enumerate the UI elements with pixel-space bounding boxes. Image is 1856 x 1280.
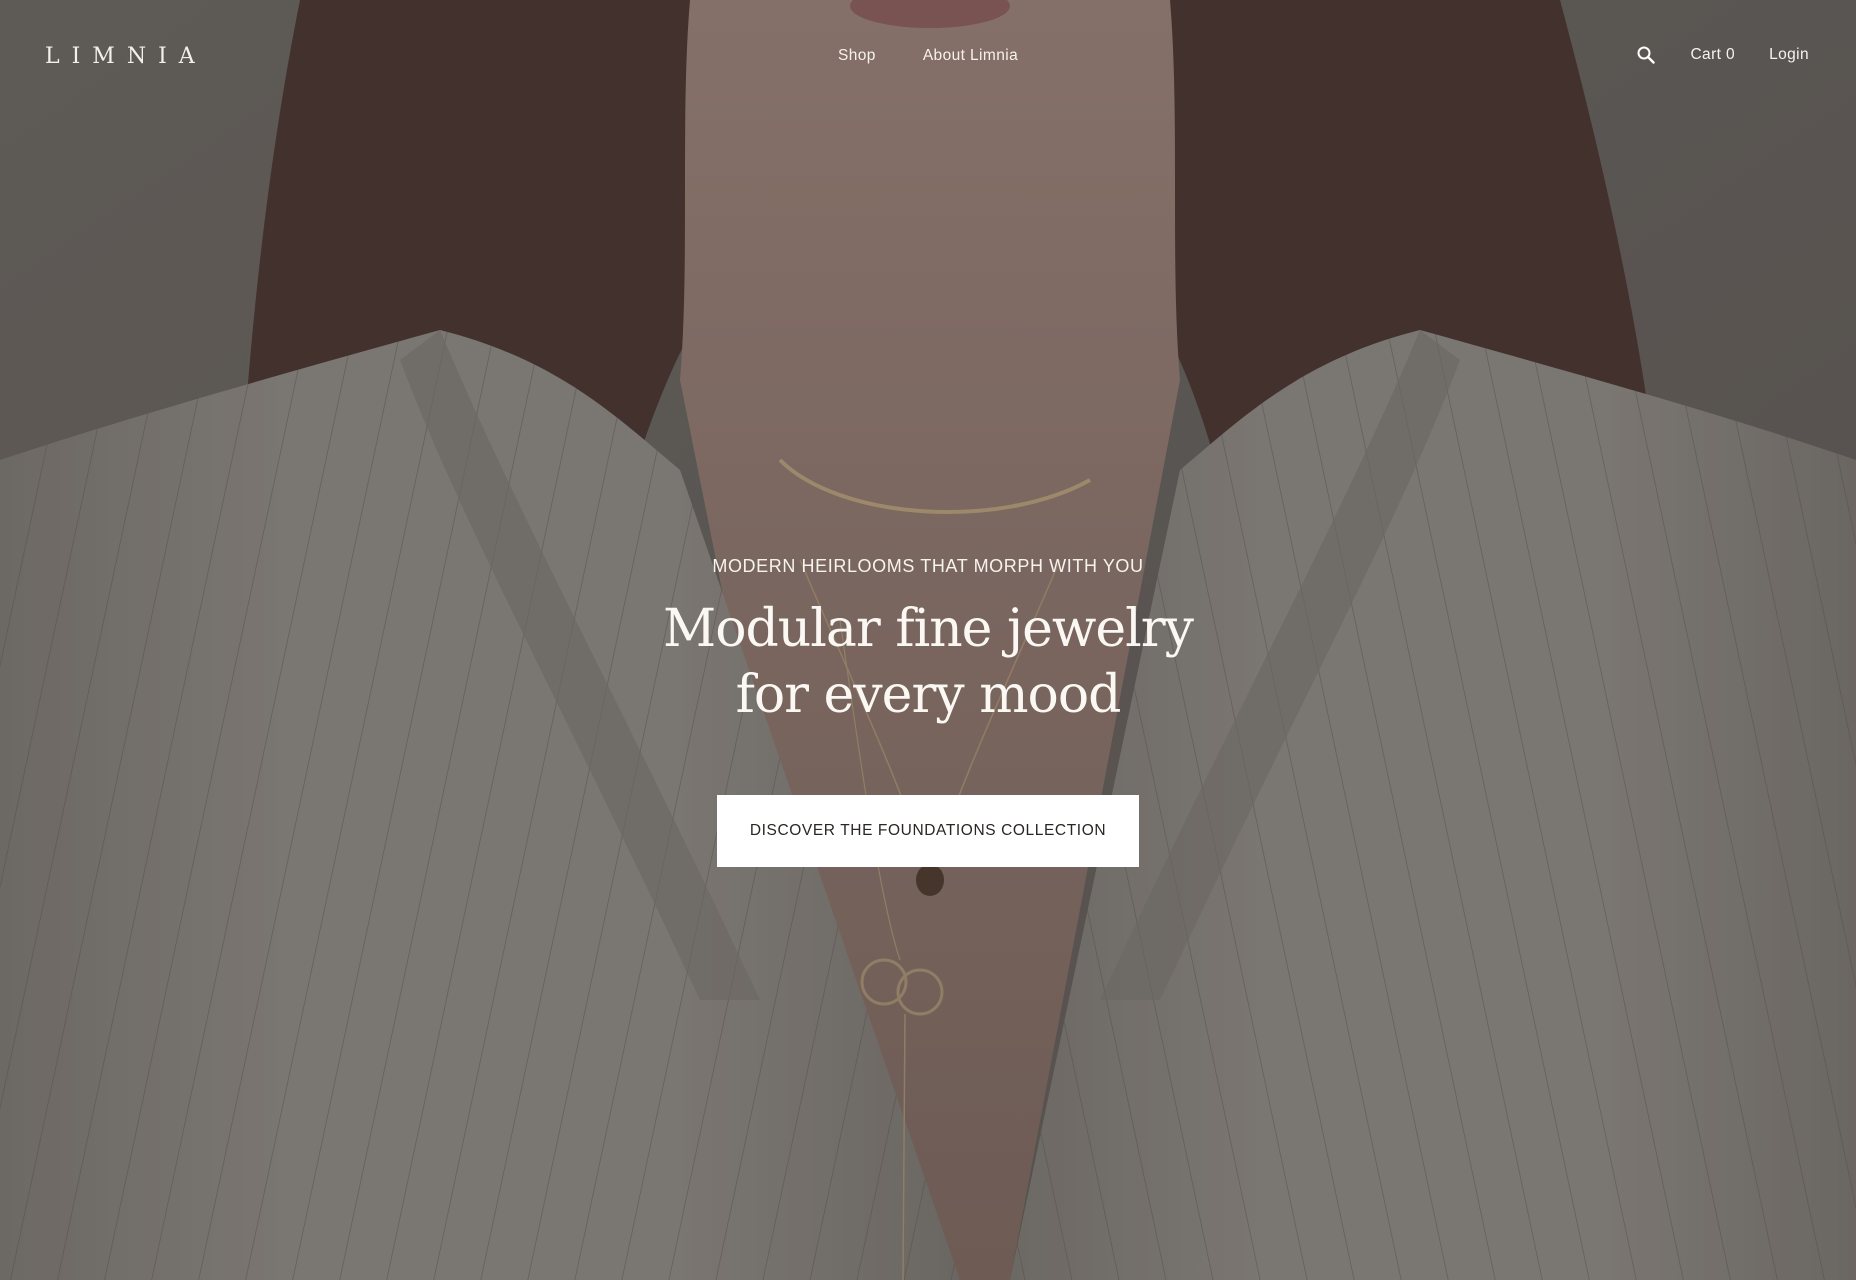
login-link[interactable]: Login (1769, 46, 1809, 64)
utility-nav: Cart 0 Login (1636, 45, 1809, 65)
nav-link-about[interactable]: About Limnia (923, 47, 1018, 65)
brand-logo[interactable]: LIMNIA (45, 44, 207, 69)
cart-link[interactable]: Cart 0 (1690, 46, 1735, 64)
search-icon[interactable] (1636, 45, 1656, 65)
primary-nav: Shop About Limnia (838, 47, 1018, 65)
hero-headline: Modular fine jewelry for every mood (528, 596, 1328, 728)
nav-link-shop[interactable]: Shop (838, 47, 876, 65)
discover-collection-button[interactable]: DISCOVER THE FOUNDATIONS COLLECTION (717, 795, 1139, 867)
hero-text-block: MODERN HEIRLOOMS THAT MORPH WITH YOU Mod… (528, 554, 1328, 728)
hero-headline-line-2: for every mood (735, 665, 1122, 725)
site-header: LIMNIA Shop About Limnia Cart 0 Login (0, 0, 1856, 116)
hero-eyebrow: MODERN HEIRLOOMS THAT MORPH WITH YOU (712, 556, 1144, 576)
hero-headline-line-1: Modular fine jewelry (662, 599, 1194, 659)
